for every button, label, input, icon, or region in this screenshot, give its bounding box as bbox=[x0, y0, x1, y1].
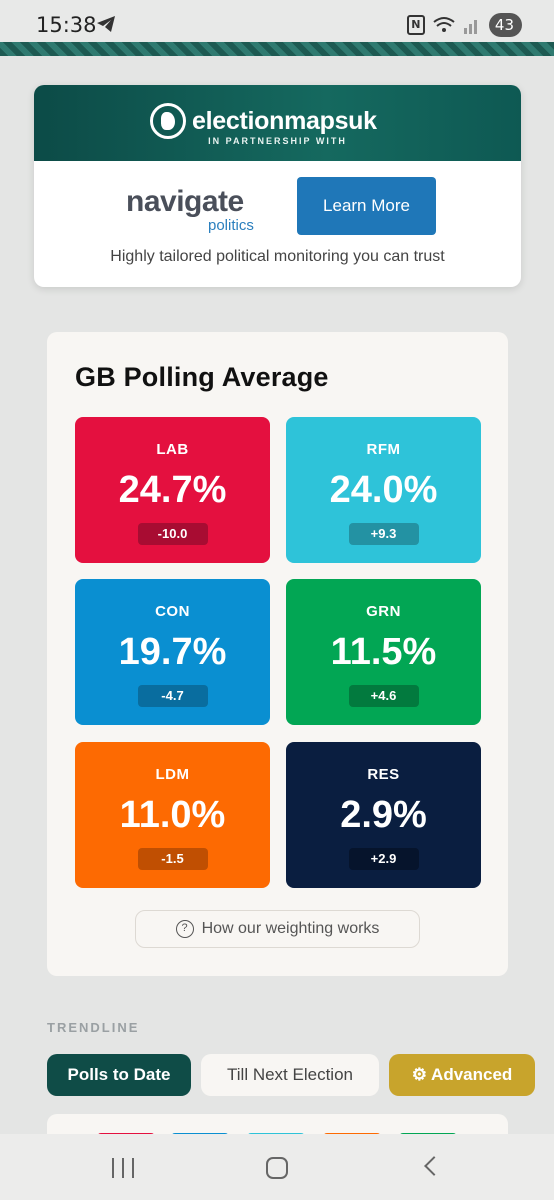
partnership-label: IN PARTNERSHIP WITH bbox=[208, 136, 347, 146]
advanced-label: Advanced bbox=[431, 1065, 513, 1084]
party-name: LDM bbox=[155, 766, 190, 783]
party-change-badge: -4.7 bbox=[137, 685, 208, 707]
wifi-icon bbox=[433, 17, 455, 32]
status-bar: 15:38 N 43 bbox=[0, 0, 554, 44]
tab-advanced[interactable]: ⚙ Advanced bbox=[389, 1054, 535, 1096]
party-tile-rfm[interactable]: RFM 24.0% +9.3 bbox=[286, 417, 481, 563]
system-nav-bar bbox=[0, 1134, 554, 1200]
recent-apps-icon[interactable] bbox=[112, 1158, 134, 1178]
battery-level: 43 bbox=[494, 16, 514, 34]
navigate-politics-logo: navigate politics bbox=[126, 185, 276, 235]
weighting-info-button[interactable]: ? How our weighting works bbox=[135, 910, 420, 948]
party-percentage: 24.0% bbox=[329, 469, 438, 511]
trendline-heading: TRENDLINE bbox=[47, 1020, 140, 1035]
party-name: RES bbox=[367, 766, 400, 783]
party-change-badge: -1.5 bbox=[137, 848, 208, 870]
party-percentage: 11.0% bbox=[119, 794, 226, 836]
gear-icon: ⚙ bbox=[411, 1065, 427, 1084]
header-pattern-strip bbox=[0, 42, 554, 56]
party-percentage: 2.9% bbox=[340, 794, 427, 836]
partner-ad-card[interactable]: electionmapsuk IN PARTNERSHIP WITH navig… bbox=[34, 85, 521, 287]
tab-till-next-election[interactable]: Till Next Election bbox=[201, 1054, 379, 1096]
party-name: GRN bbox=[366, 603, 401, 620]
home-icon[interactable] bbox=[266, 1157, 288, 1179]
party-name: LAB bbox=[156, 441, 189, 458]
party-change-badge: +4.6 bbox=[348, 685, 419, 707]
battery-icon: 43 bbox=[488, 13, 522, 37]
brand-name: electionmapsuk bbox=[192, 106, 377, 135]
party-name: CON bbox=[155, 603, 190, 620]
partner-word-navigate: navigate bbox=[126, 185, 244, 218]
signal-icon bbox=[463, 20, 477, 34]
party-tile-ldm[interactable]: LDM 11.0% -1.5 bbox=[75, 742, 270, 888]
globe-icon bbox=[150, 103, 186, 139]
ad-tagline: Highly tailored political monitoring you… bbox=[110, 248, 445, 265]
weighting-label: How our weighting works bbox=[201, 920, 380, 937]
party-percentage: 11.5% bbox=[330, 631, 437, 673]
telegram-icon bbox=[97, 16, 115, 32]
party-change-badge: +9.3 bbox=[348, 523, 419, 545]
nfc-icon: N bbox=[406, 15, 425, 35]
partner-word-politics: politics bbox=[208, 217, 254, 234]
party-name: RFM bbox=[366, 441, 401, 458]
party-change-badge: -10.0 bbox=[137, 523, 208, 545]
back-icon[interactable] bbox=[424, 1156, 444, 1176]
page-title: GB Polling Average bbox=[75, 362, 329, 392]
party-tile-grn[interactable]: GRN 11.5% +4.6 bbox=[286, 579, 481, 725]
party-percentage: 24.7% bbox=[118, 469, 227, 511]
party-change-badge: +2.9 bbox=[348, 848, 419, 870]
electionmaps-logo: electionmapsuk bbox=[150, 103, 377, 139]
ad-header: electionmapsuk IN PARTNERSHIP WITH bbox=[34, 85, 521, 161]
party-tile-lab[interactable]: LAB 24.7% -10.0 bbox=[75, 417, 270, 563]
learn-more-button[interactable]: Learn More bbox=[297, 177, 436, 235]
question-icon: ? bbox=[175, 920, 194, 938]
clock: 15:38 bbox=[36, 13, 97, 37]
polling-average-card: GB Polling Average LAB 24.7% -10.0 RFM 2… bbox=[47, 332, 508, 976]
party-tile-res[interactable]: RES 2.9% +2.9 bbox=[286, 742, 481, 888]
status-icons: N 43 bbox=[406, 13, 522, 37]
party-tile-con[interactable]: CON 19.7% -4.7 bbox=[75, 579, 270, 725]
party-percentage: 19.7% bbox=[118, 631, 227, 673]
tab-polls-to-date[interactable]: Polls to Date bbox=[47, 1054, 191, 1096]
